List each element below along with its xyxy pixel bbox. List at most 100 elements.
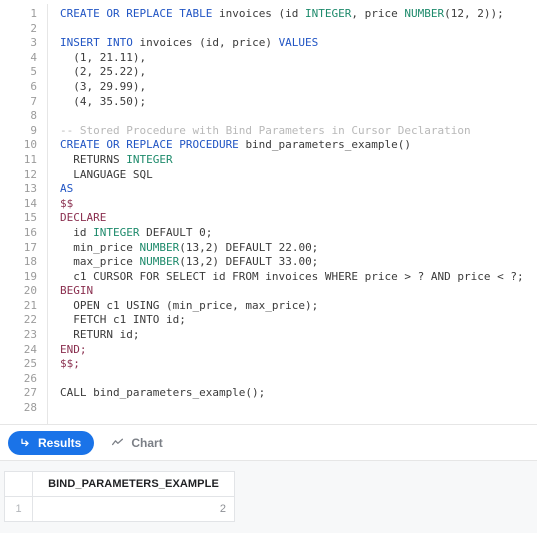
- code-token: (13,2) DEFAULT 33.00;: [179, 255, 319, 269]
- code-line[interactable]: [60, 372, 537, 387]
- code-token: (2, 25.22),: [60, 65, 147, 79]
- line-number: 2: [30, 21, 37, 35]
- results-table: BIND_PARAMETERS_EXAMPLE 12: [4, 471, 235, 522]
- tab-chart[interactable]: Chart: [100, 431, 175, 455]
- line-number: 26: [23, 371, 37, 385]
- line-number: 8: [30, 109, 37, 123]
- code-token: DECLARE: [60, 211, 107, 225]
- code-line[interactable]: $$;: [60, 357, 537, 372]
- line-number: 25: [23, 357, 37, 371]
- code-token: min_price: [60, 240, 140, 254]
- code-token: max_price: [60, 255, 140, 269]
- line-number: 15: [23, 211, 37, 225]
- line-number: 20: [23, 284, 37, 298]
- code-token: invoices (id: [218, 7, 306, 20]
- line-number: 27: [23, 386, 37, 400]
- line-number: 1: [30, 7, 37, 20]
- code-token: NUMBER: [139, 255, 180, 269]
- row-index-header: [4, 471, 33, 497]
- code-token: OPEN c1 USING (min_price, max_price);: [60, 298, 319, 312]
- code-line[interactable]: [60, 401, 537, 416]
- code-token: bind_parameters_example(): [245, 138, 412, 152]
- code-line[interactable]: RETURNS INTEGER: [60, 153, 537, 168]
- sql-worksheet: 1 2 3 4 5 6 7 8 9 10 11 12 13 14 15 16 17 18 19 20 21 22 23 24 2…: [0, 0, 537, 533]
- code-token: (1, 21.11),: [60, 50, 147, 64]
- code-token: INTEGER: [126, 152, 173, 166]
- code-token: CALL bind_parameters_example();: [60, 386, 266, 400]
- column-header-bind-parameters-example: BIND_PARAMETERS_EXAMPLE: [32, 471, 235, 497]
- code-token: CREATE OR REPLACE TABLE: [60, 7, 219, 20]
- tab-label: Chart: [131, 435, 163, 450]
- code-line[interactable]: [60, 109, 537, 124]
- code-token: FETCH c1 INTO id;: [60, 313, 186, 327]
- line-number: 24: [23, 342, 37, 356]
- code-line[interactable]: AS: [60, 182, 537, 197]
- code-line[interactable]: (3, 29.99),: [60, 80, 537, 95]
- line-number: 14: [23, 196, 37, 210]
- line-number-gutter: 1 2 3 4 5 6 7 8 9 10 11 12 13 14 15 16 17 18 19 20 21 22 23 24 2…: [0, 4, 48, 424]
- line-chart-icon: [111, 436, 124, 449]
- code-token: (3, 29.99),: [60, 79, 147, 93]
- code-line[interactable]: CALL bind_parameters_example();: [60, 386, 537, 401]
- code-line[interactable]: INSERT INTO invoices (id, price) VALUES: [60, 36, 537, 51]
- line-number: 16: [23, 225, 37, 239]
- code-line[interactable]: BEGIN: [60, 284, 537, 299]
- code-line[interactable]: RETURN id;: [60, 328, 537, 343]
- code-line[interactable]: OPEN c1 USING (min_price, max_price);: [60, 299, 537, 314]
- line-number: 21: [23, 298, 37, 312]
- line-number: 18: [23, 255, 37, 269]
- code-token: AS: [60, 182, 74, 196]
- line-number: 4: [30, 50, 37, 64]
- code-token: NUMBER: [404, 7, 445, 20]
- line-number: 9: [30, 123, 37, 137]
- code-line[interactable]: (4, 35.50);: [60, 95, 537, 110]
- row-index-cell: 1: [4, 496, 33, 522]
- line-number: 12: [23, 167, 37, 181]
- code-line[interactable]: id INTEGER DEFAULT 0;: [60, 226, 537, 241]
- code-line[interactable]: c1 CURSOR FOR SELECT id FROM invoices WH…: [60, 270, 537, 285]
- tab-label: Results: [38, 435, 82, 450]
- code-token: id: [60, 225, 94, 239]
- code-line[interactable]: CREATE OR REPLACE TABLE invoices (id INT…: [60, 7, 537, 22]
- code-token: CREATE OR REPLACE PROCEDURE: [60, 138, 246, 152]
- code-token: END;: [60, 342, 87, 356]
- line-number: 13: [23, 182, 37, 196]
- code-line[interactable]: LANGUAGE SQL: [60, 168, 537, 183]
- table-cell[interactable]: 2: [32, 496, 235, 522]
- line-number: 23: [23, 328, 37, 342]
- line-number: 6: [30, 79, 37, 93]
- code-line[interactable]: (2, 25.22),: [60, 65, 537, 80]
- code-line[interactable]: CREATE OR REPLACE PROCEDURE bind_paramet…: [60, 138, 537, 153]
- code-token: NUMBER: [139, 240, 180, 254]
- code-line[interactable]: [60, 22, 537, 37]
- code-token: VALUES: [278, 36, 319, 50]
- line-number: 17: [23, 240, 37, 254]
- code-token: $$;: [60, 357, 80, 371]
- code-token: (12, 2));: [444, 7, 504, 20]
- code-line[interactable]: FETCH c1 INTO id;: [60, 313, 537, 328]
- code-line[interactable]: min_price NUMBER(13,2) DEFAULT 22.00;: [60, 241, 537, 256]
- line-number: 19: [23, 269, 37, 283]
- line-number: 28: [23, 401, 37, 415]
- code-line[interactable]: -- Stored Procedure with Bind Parameters…: [60, 124, 537, 139]
- line-number: 3: [30, 36, 37, 50]
- code-token: (13,2) DEFAULT 22.00;: [179, 240, 319, 254]
- code-token: c1 CURSOR FOR SELECT id FROM invoices WH…: [60, 269, 524, 283]
- code-token: -- Stored Procedure with Bind Parameters…: [60, 123, 471, 137]
- code-area[interactable]: CREATE OR REPLACE TABLE invoices (id INT…: [48, 4, 537, 424]
- code-token: BEGIN: [60, 284, 94, 298]
- code-line[interactable]: DECLARE: [60, 211, 537, 226]
- code-token: RETURNS: [60, 152, 127, 166]
- tab-results[interactable]: Results: [8, 430, 95, 455]
- code-token: LANGUAGE SQL: [60, 167, 153, 181]
- line-number: 7: [30, 94, 37, 108]
- table-header-row: BIND_PARAMETERS_EXAMPLE: [4, 471, 235, 497]
- code-line[interactable]: END;: [60, 343, 537, 358]
- sql-code-editor[interactable]: 1 2 3 4 5 6 7 8 9 10 11 12 13 14 15 16 17 18 19 20 21 22 23 24 2…: [0, 0, 537, 424]
- code-token: $$: [60, 196, 74, 210]
- code-line[interactable]: (1, 21.11),: [60, 51, 537, 66]
- code-line[interactable]: $$: [60, 197, 537, 212]
- table-row[interactable]: 12: [4, 496, 235, 522]
- line-number: 22: [23, 313, 37, 327]
- code-line[interactable]: max_price NUMBER(13,2) DEFAULT 33.00;: [60, 255, 537, 270]
